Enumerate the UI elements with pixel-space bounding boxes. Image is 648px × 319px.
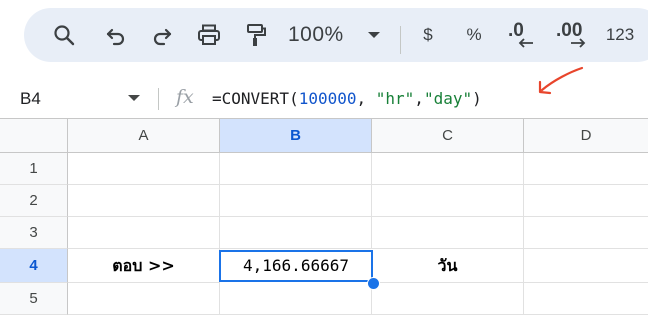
- undo-icon[interactable]: [98, 8, 134, 62]
- zoom-value: 100%: [288, 23, 344, 46]
- cell-b3[interactable]: [220, 217, 372, 249]
- percent-label: %: [466, 25, 482, 44]
- percent-format-button[interactable]: %: [460, 8, 488, 62]
- column-header-c[interactable]: C: [372, 119, 524, 153]
- redo-icon[interactable]: [144, 8, 180, 62]
- toolbar: 100% $ % .0 .00 123: [24, 8, 648, 62]
- search-icon[interactable]: [46, 8, 82, 62]
- formula-to-unit: "day": [423, 89, 473, 108]
- number-format-label: 123: [605, 25, 635, 44]
- name-box[interactable]: B4: [20, 80, 41, 118]
- formula-prefix: =CONVERT(: [212, 89, 299, 108]
- cell-c5[interactable]: [372, 283, 524, 315]
- toolbar-divider: [400, 26, 401, 54]
- cell-a5[interactable]: [68, 283, 220, 315]
- cell-b1[interactable]: [220, 153, 372, 185]
- cell-c1[interactable]: [372, 153, 524, 185]
- cell-b2[interactable]: [220, 185, 372, 217]
- cell-d1[interactable]: [524, 153, 648, 185]
- column-header-a[interactable]: A: [68, 119, 220, 153]
- select-all-corner[interactable]: [0, 119, 68, 153]
- column-header-d[interactable]: D: [524, 119, 648, 153]
- cell-d4[interactable]: [524, 249, 648, 283]
- formula-number-arg: 100000: [298, 89, 357, 108]
- cell-a3[interactable]: [68, 217, 220, 249]
- fill-handle[interactable]: [367, 277, 380, 290]
- increase-decimal-button[interactable]: .00: [552, 8, 596, 62]
- row-header-1[interactable]: 1: [0, 153, 68, 185]
- row-header-4[interactable]: 4: [0, 249, 68, 283]
- formula-separator: ,: [414, 89, 424, 108]
- cell-d3[interactable]: [524, 217, 648, 249]
- formula-suffix: ): [472, 89, 482, 108]
- row-header-2[interactable]: 2: [0, 185, 68, 217]
- paint-format-icon[interactable]: [238, 8, 274, 62]
- number-format-button[interactable]: 123: [602, 8, 638, 62]
- cell-a1[interactable]: [68, 153, 220, 185]
- row-header-3[interactable]: 3: [0, 217, 68, 249]
- cell-a2[interactable]: [68, 185, 220, 217]
- print-icon[interactable]: [190, 8, 228, 62]
- row-header-5[interactable]: 5: [0, 283, 68, 315]
- cell-c4[interactable]: วัน: [372, 249, 524, 283]
- arrow-right-icon: [571, 38, 586, 48]
- zoom-select[interactable]: 100%: [288, 8, 352, 62]
- cell-b4-active[interactable]: 4,166.66667: [219, 250, 373, 282]
- namebox-dropdown-icon[interactable]: [128, 95, 140, 101]
- formula-from-unit: "hr": [375, 89, 415, 108]
- zoom-dropdown-icon[interactable]: [362, 8, 386, 62]
- currency-label: $: [423, 25, 433, 44]
- fx-icon: fx: [176, 86, 194, 108]
- arrow-left-icon: [518, 38, 533, 48]
- formula-bar-divider: [158, 88, 159, 110]
- cell-d5[interactable]: [524, 283, 648, 315]
- formula-separator: ,: [356, 89, 376, 108]
- formula-input[interactable]: =CONVERT(100000, "hr","day"): [212, 80, 482, 118]
- cell-d2[interactable]: [524, 185, 648, 217]
- currency-format-button[interactable]: $: [414, 8, 442, 62]
- cell-c3[interactable]: [372, 217, 524, 249]
- cell-c2[interactable]: [372, 185, 524, 217]
- cell-b5[interactable]: [220, 283, 372, 315]
- decrease-decimal-button[interactable]: .0: [504, 8, 544, 62]
- annotation-arrow-icon: [538, 66, 584, 95]
- cell-a4[interactable]: ตอบ >>: [68, 249, 220, 283]
- column-header-b[interactable]: B: [220, 119, 372, 153]
